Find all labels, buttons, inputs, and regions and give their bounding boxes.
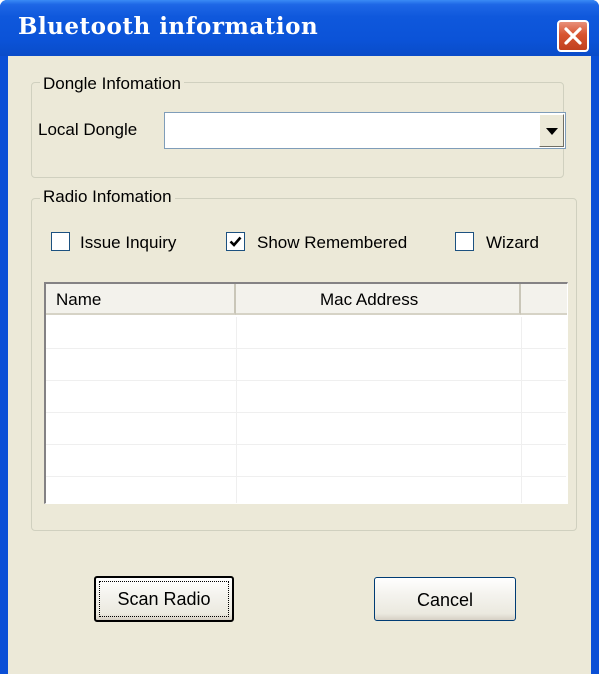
dongle-info-legend: Dongle Infomation xyxy=(40,74,184,94)
show-remembered-label[interactable]: Show Remembered xyxy=(257,233,407,253)
column-divider xyxy=(521,317,522,503)
dialog-body: Dongle Infomation Local Dongle Radio Inf… xyxy=(8,56,591,674)
checkmark-icon xyxy=(229,236,242,247)
close-button[interactable] xyxy=(557,20,589,52)
list-row[interactable] xyxy=(46,413,566,445)
scan-radio-button[interactable]: Scan Radio xyxy=(94,576,234,622)
column-header-mac-address-text: Mac Address xyxy=(320,290,419,309)
window-title: Bluetooth information xyxy=(18,13,319,40)
wizard-checkbox[interactable] xyxy=(455,232,474,251)
scan-radio-label: Scan Radio xyxy=(117,589,211,609)
chevron-down-icon xyxy=(546,128,558,135)
close-icon xyxy=(564,27,582,45)
title-bar[interactable]: Bluetooth information xyxy=(0,0,599,56)
bluetooth-information-window: Bluetooth information Dongle Infomation … xyxy=(0,0,599,674)
show-remembered-checkbox[interactable] xyxy=(226,232,245,251)
dropdown-button[interactable] xyxy=(539,114,564,147)
local-dongle-label: Local Dongle xyxy=(38,120,138,139)
wizard-label[interactable]: Wizard xyxy=(486,233,539,253)
column-header-extra[interactable] xyxy=(521,284,567,315)
list-row[interactable] xyxy=(46,445,566,477)
column-divider xyxy=(236,317,237,503)
column-header-name-text: Name xyxy=(56,290,102,309)
list-row[interactable] xyxy=(46,317,566,349)
cancel-button[interactable]: Cancel xyxy=(374,577,516,621)
issue-inquiry-checkbox[interactable] xyxy=(51,232,70,251)
cancel-label: Cancel xyxy=(416,590,474,610)
local-dongle-dropdown[interactable] xyxy=(164,112,566,149)
list-row[interactable] xyxy=(46,381,566,413)
column-header-name[interactable]: Name xyxy=(46,284,236,315)
list-row[interactable] xyxy=(46,477,566,503)
column-header-mac-address[interactable]: Mac Address xyxy=(236,284,521,315)
device-list[interactable]: Name Mac Address xyxy=(44,282,568,504)
list-row[interactable] xyxy=(46,349,566,381)
radio-info-legend: Radio Infomation xyxy=(40,187,175,207)
issue-inquiry-label[interactable]: Issue Inquiry xyxy=(80,233,176,253)
